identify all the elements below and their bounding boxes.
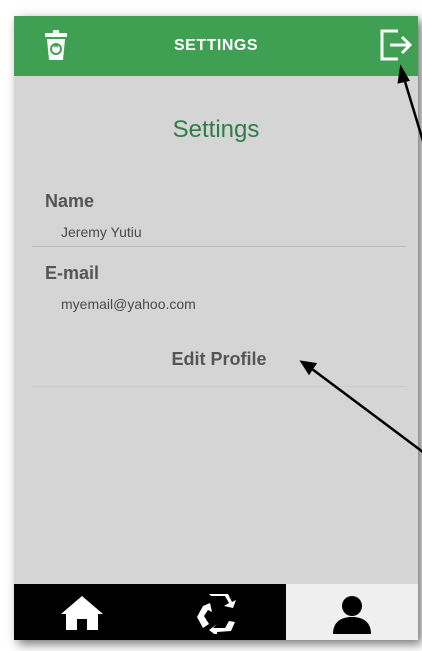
- email-label: E-mail: [45, 263, 100, 283]
- phone-screen: SETTINGS Settings Name Jeremy Yutiu E-ma…: [14, 16, 418, 640]
- divider: [32, 246, 406, 247]
- edit-profile-button[interactable]: Edit Profile: [144, 343, 294, 375]
- page-title: SETTINGS: [173, 37, 258, 54]
- nav-recycle[interactable]: [150, 584, 286, 640]
- name-value: Jeremy Yutiu: [61, 224, 142, 240]
- home-icon: [61, 596, 103, 630]
- bottom-nav: [14, 584, 418, 640]
- app-bar: SETTINGS: [14, 16, 418, 76]
- nav-home[interactable]: [14, 584, 150, 640]
- profile-icon: [333, 596, 371, 634]
- settings-heading: Settings: [172, 116, 260, 143]
- settings-content: Settings Name Jeremy Yutiu E-mail myemai…: [14, 76, 418, 584]
- nav-profile[interactable]: [286, 584, 418, 640]
- email-value: myemail@yahoo.com: [61, 296, 196, 312]
- recycle-icon: [197, 594, 236, 634]
- logout-icon[interactable]: [378, 28, 414, 62]
- name-label: Name: [45, 191, 95, 211]
- divider: [32, 386, 406, 387]
